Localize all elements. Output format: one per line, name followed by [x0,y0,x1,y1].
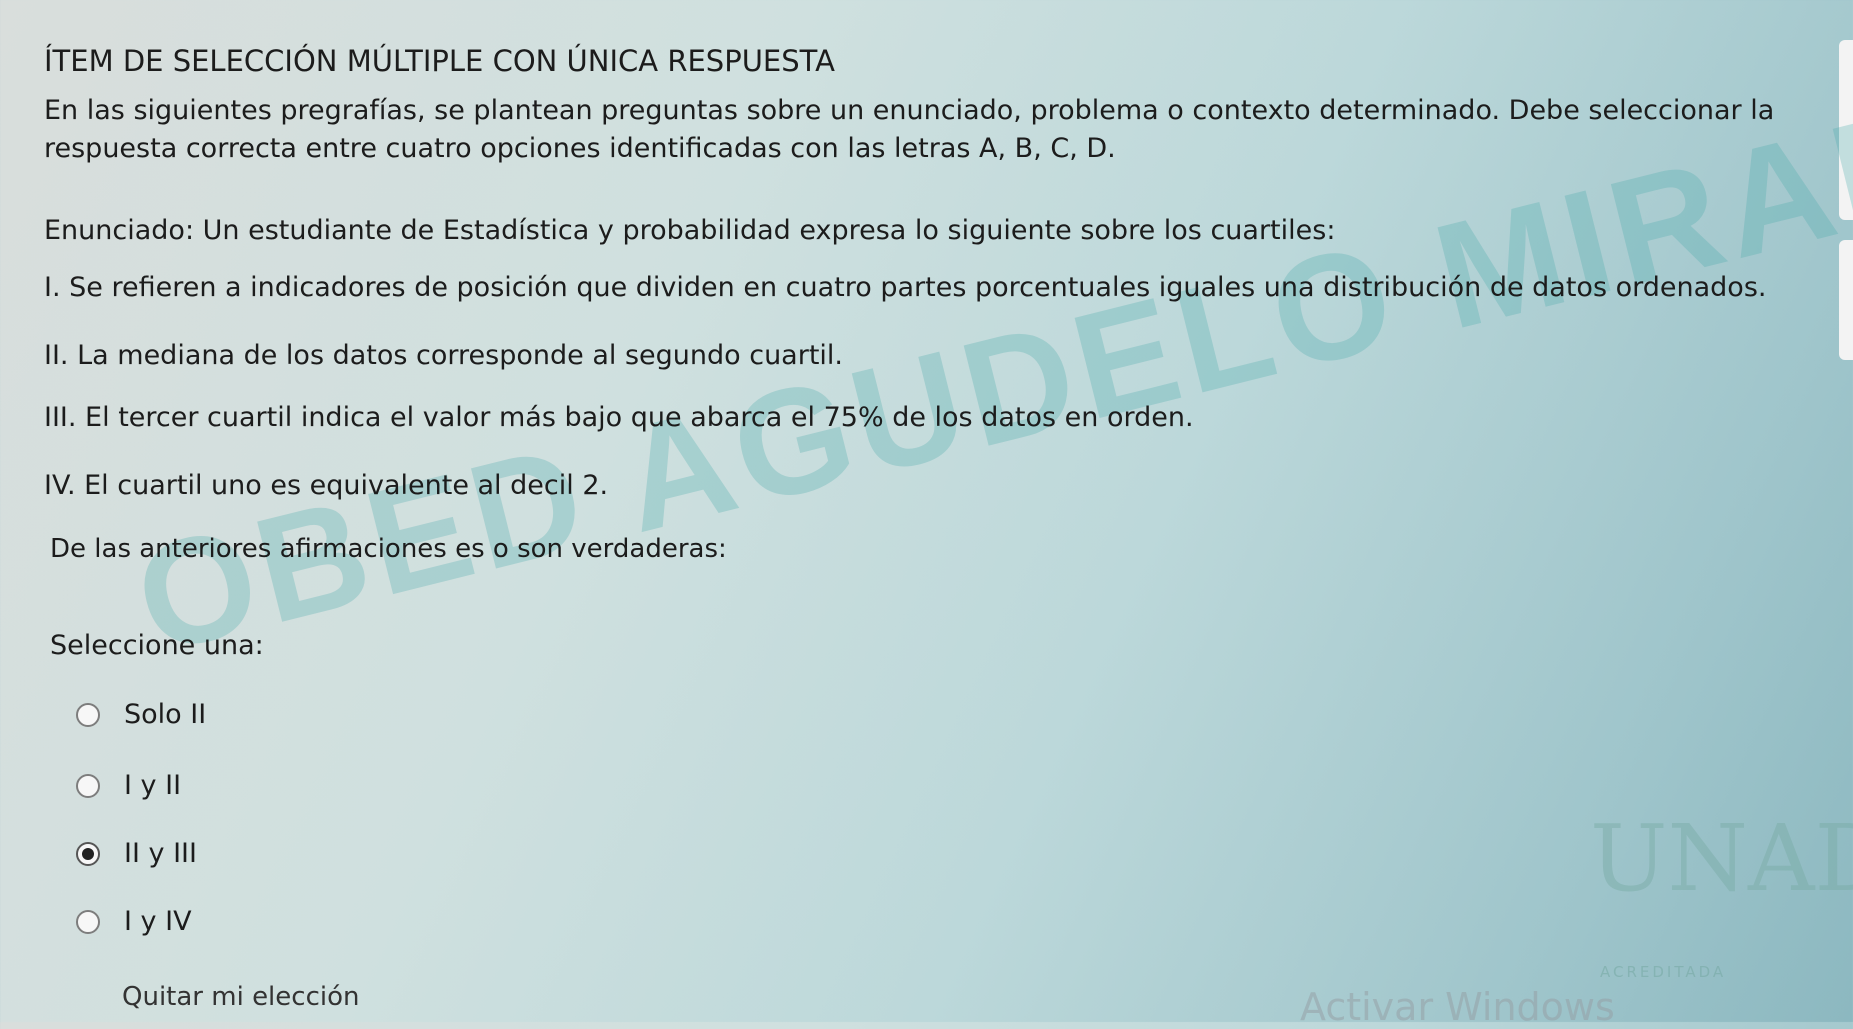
scroll-edge [1839,40,1853,220]
select-label: Seleccione una: [50,630,264,661]
unad-logo: UNAD [1590,805,1853,912]
section-title: ÍTEM DE SELECCIÓN MÚLTIPLE CON ÚNICA RES… [44,44,835,78]
activate-windows-overlay: Activar Windows [1300,985,1615,1029]
statement-item-2: II. La mediana de los datos corresponde … [44,340,844,371]
logo-subtitle: ACREDITADA [1600,963,1727,981]
option-ii-y-iii[interactable]: II y III [76,838,197,869]
clear-choice-link[interactable]: Quitar mi elección [122,982,359,1012]
option-label: I y II [124,770,182,801]
option-label: II y III [124,838,197,869]
statement-item-3: III. El tercer cuartil indica el valor m… [44,402,1194,433]
instructions-text: En las siguientes pregrafías, se plantea… [44,95,1775,165]
statement-item-4: IV. El cuartil uno es equivalente al dec… [44,470,609,501]
scroll-edge-lower [1839,240,1853,360]
radio-button[interactable] [76,702,100,727]
option-i-y-iv[interactable]: I y IV [76,906,192,937]
quiz-page: OBED AGUDELO MIRANDA ÍTEM DE SELECCIÓN M… [0,0,1853,1029]
statement-text: Enunciado: Un estudiante de Estadística … [44,215,1336,246]
radio-button[interactable] [76,773,100,798]
option-i-y-ii[interactable]: I y II [76,770,181,801]
statement-item-1: I. Se refieren a indicadores de posición… [44,272,1767,303]
radio-button[interactable] [76,909,100,934]
question-text: De las anteriores afirmaciones es o son … [50,534,727,564]
option-label: I y IV [124,906,192,937]
option-label: Solo II [124,699,207,730]
radio-button-selected[interactable] [76,841,100,866]
option-solo-ii[interactable]: Solo II [76,699,206,730]
